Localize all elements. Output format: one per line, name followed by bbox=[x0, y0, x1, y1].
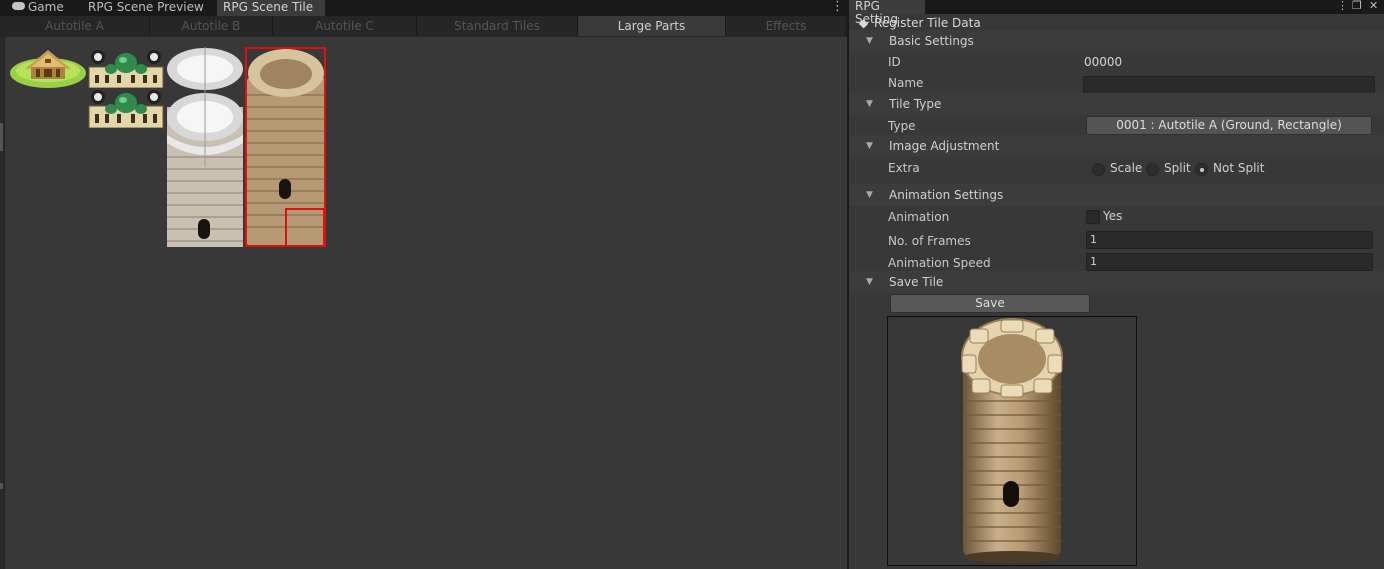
rpg-setting-panel: RPG Setting ⋮ ❐ ✕ ◆ Register Tile Data ▼… bbox=[849, 0, 1384, 569]
tab-standard-tiles[interactable]: Standard Tiles bbox=[417, 16, 578, 36]
gamepad-icon bbox=[12, 2, 25, 10]
scene-tile-window: Game RPG Scene Preview RPG Scene Tile ⋮ … bbox=[0, 0, 847, 569]
tab-rpg-scene-tile[interactable]: RPG Scene Tile bbox=[217, 0, 325, 16]
tab-autotile-a[interactable]: Autotile A bbox=[0, 16, 150, 36]
more-options-icon[interactable]: ⋮ bbox=[831, 0, 844, 15]
frames-input[interactable]: 1 bbox=[1086, 231, 1373, 249]
id-value: 00000 bbox=[1084, 55, 1123, 69]
stone-tower-tile[interactable] bbox=[245, 47, 327, 248]
inspector-tab-bar: RPG Setting ⋮ ❐ ✕ bbox=[849, 0, 1384, 26]
save-tile-header[interactable]: ▼ Save Tile bbox=[849, 271, 1384, 293]
tile-category-tabs: Autotile A Autotile B Autotile C Standar… bbox=[0, 16, 847, 36]
scale-radio[interactable] bbox=[1092, 163, 1105, 176]
image-adjustment-header[interactable]: ▼ Image Adjustment bbox=[849, 135, 1384, 157]
tile-palette-canvas bbox=[5, 37, 847, 569]
name-input[interactable] bbox=[1083, 76, 1375, 94]
palace-tile-bottom[interactable] bbox=[87, 88, 165, 128]
tile-type-dropdown[interactable]: 0001 : Autotile A (Ground, Rectangle) bbox=[1086, 116, 1372, 135]
not-split-radio[interactable] bbox=[1195, 163, 1208, 176]
speed-input[interactable]: 1 bbox=[1086, 253, 1373, 271]
tab-large-parts[interactable]: Large Parts bbox=[578, 16, 726, 36]
animation-settings-header[interactable]: ▼ Animation Settings bbox=[849, 184, 1384, 206]
maximize-icon[interactable]: ❐ bbox=[1352, 0, 1362, 13]
window-tab-bar: Game RPG Scene Preview RPG Scene Tile ⋮ bbox=[0, 0, 847, 16]
save-button[interactable]: Save bbox=[890, 294, 1090, 313]
tent-tile[interactable] bbox=[9, 47, 87, 88]
tab-autotile-c[interactable]: Autotile C bbox=[273, 16, 417, 36]
tab-rpg-scene-preview[interactable]: RPG Scene Preview bbox=[88, 0, 208, 16]
caret-down-icon: ▼ bbox=[866, 277, 873, 287]
close-icon[interactable]: ✕ bbox=[1369, 0, 1378, 13]
caret-down-icon: ▼ bbox=[866, 36, 873, 46]
more-options-icon[interactable]: ⋮ bbox=[1337, 0, 1348, 13]
id-row: ID 00000 bbox=[849, 51, 1384, 73]
caret-down-icon: ▼ bbox=[866, 141, 873, 151]
tab-game[interactable]: Game bbox=[12, 0, 72, 16]
animation-checkbox[interactable] bbox=[1086, 210, 1100, 224]
stone-tower-preview bbox=[961, 318, 1063, 563]
split-radio[interactable] bbox=[1146, 163, 1159, 176]
basic-settings-header[interactable]: ▼ Basic Settings bbox=[849, 30, 1384, 52]
palace-tile-top[interactable] bbox=[87, 47, 165, 88]
tab-rpg-setting[interactable]: RPG Setting bbox=[849, 0, 925, 26]
tab-effects[interactable]: Effects bbox=[726, 16, 847, 36]
tile-preview bbox=[887, 316, 1137, 566]
tile-type-header[interactable]: ▼ Tile Type bbox=[849, 93, 1384, 115]
tab-autotile-b[interactable]: Autotile B bbox=[150, 16, 273, 36]
caret-down-icon: ▼ bbox=[866, 99, 873, 109]
caret-down-icon: ▼ bbox=[866, 190, 873, 200]
snow-tower-tile[interactable] bbox=[165, 47, 246, 248]
